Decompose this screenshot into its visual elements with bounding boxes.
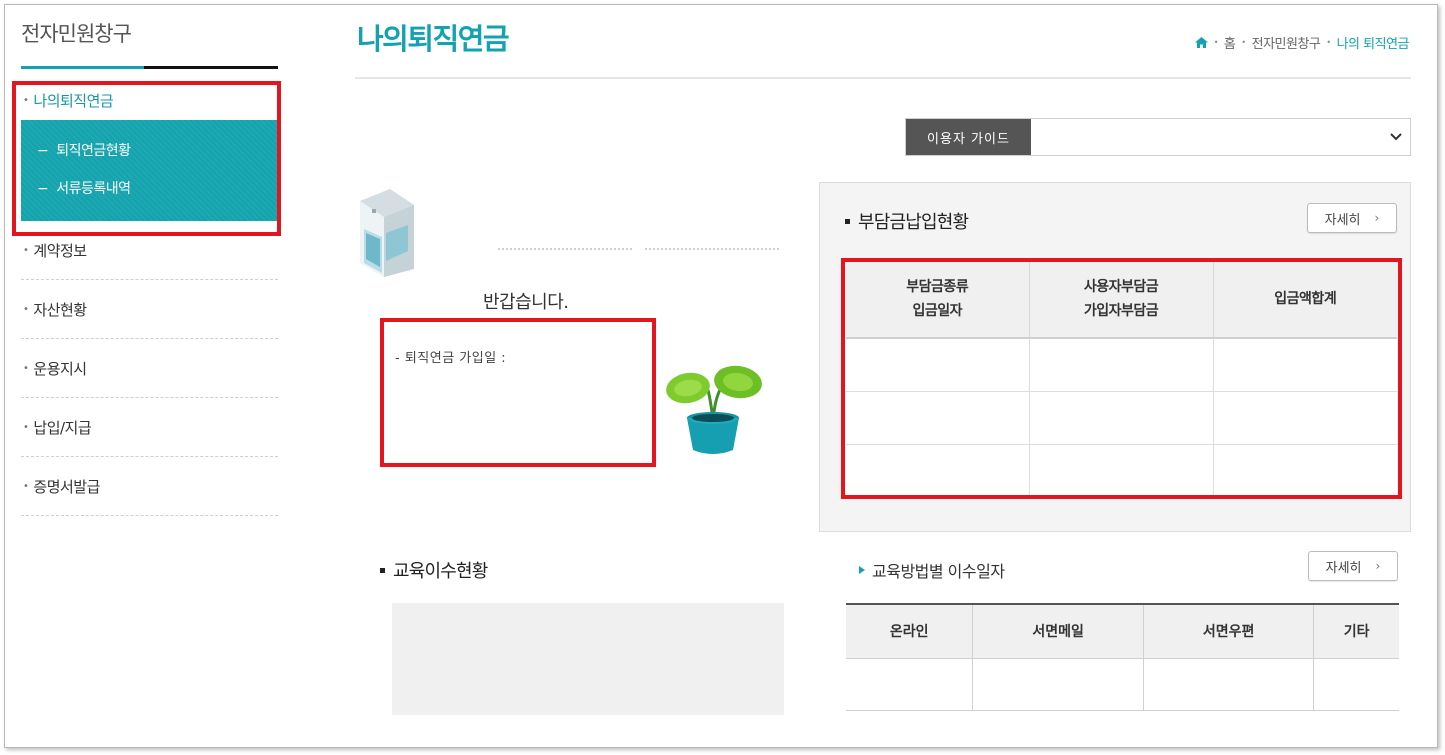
sidebar-item-label: 증명서발급 [33,477,100,496]
sidebar-item-payment[interactable]: • 납입/지급 [21,398,278,457]
sidebar-item-label: 나의퇴직연금 [33,91,114,110]
column-header-online: 온라인 [846,604,974,659]
table-cell [972,658,1144,711]
table-cell [1029,338,1214,392]
education-section-title: 교육이수현황 [380,557,488,583]
chevron-down-icon [1390,133,1402,141]
breadcrumb-separator: • [1326,38,1331,47]
column-header-other: 기타 [1313,604,1399,659]
sidebar-subitem-label: 퇴직연금현황 [56,143,131,159]
header-line: 가입자부담금 [1083,303,1159,319]
bullet-icon: • [23,480,29,492]
plant-icon [666,365,762,454]
sidebar-item-investment-order[interactable]: • 운용지시 [21,339,278,398]
chevron-right-icon: › [1374,211,1380,225]
education-more-button[interactable]: 자세히 › [1308,551,1398,581]
table-row [846,658,1399,711]
sidebar-item-contract-info[interactable]: • 계약정보 [21,221,278,280]
table-cell [846,444,1030,498]
sidebar-item-asset-status[interactable]: • 자산현황 [21,280,278,339]
sidebar-item-my-pension[interactable]: • 나의퇴직연금 [21,80,278,120]
education-subsection-title: 교육방법별 이수일자 [859,558,1005,582]
triangle-bullet-icon [859,566,865,574]
table-cell [846,658,974,711]
table-row [846,444,1397,498]
welcome-greeting: 반갑습니다. [483,292,569,313]
table-cell [846,391,1030,445]
table-cell [1143,658,1315,711]
breadcrumb-separator: • [1241,38,1246,47]
contribution-section-title: 부담금납입현황 [845,208,969,234]
breadcrumb: • 홈 • 전자민원창구 • 나의 퇴직연금 [1194,33,1410,52]
sidebar-item-label: 계약정보 [33,241,87,260]
sidebar-subitem-pension-status[interactable]: − 퇴직연금현황 [21,140,278,178]
bullet-icon: • [23,362,29,374]
table-cell [1029,444,1214,498]
education-table: 온라인 서면메일 서면우편 기타 [846,603,1399,711]
join-date-label: - 퇴직연금 가입일 : [395,351,507,366]
column-header-total: 입금액합계 [1213,261,1397,339]
table-header-row: 온라인 서면메일 서면우편 기타 [846,604,1399,659]
breadcrumb-current: 나의 퇴직연금 [1336,37,1410,52]
user-guide-select[interactable]: 이용자 가이드 [905,118,1411,156]
bullet-icon: • [23,303,29,315]
chevron-right-icon: › [1375,559,1381,573]
decorative-dotted-line [645,248,779,250]
sidebar-item-certificate[interactable]: • 증명서발급 [21,457,278,516]
bullet-icon: • [23,244,29,256]
table-cell [1029,391,1214,445]
education-summary-box [392,603,784,715]
table-header-row: 부담금종류 입금일자 사용자부담금 가입자부담금 입금액합계 [846,261,1397,339]
home-icon[interactable] [1194,37,1208,48]
decorative-dotted-line [498,248,632,250]
education-subtitle-text: 교육방법별 이수일자 [872,562,1005,581]
column-header-written-email: 서면메일 [972,604,1144,659]
breadcrumb-separator: • [1213,38,1219,47]
building-icon [360,189,414,277]
header-line: 입금액합계 [1274,291,1337,307]
sidebar-subitem-document-history[interactable]: − 서류등록내역 [21,178,278,216]
table-row [846,391,1397,445]
more-button-label: 자세히 [1324,212,1361,228]
square-bullet-icon [380,567,385,573]
column-header-written-mail: 서면우편 [1143,604,1315,659]
sidebar-submenu: − 퇴직연금현황 − 서류등록내역 [21,120,278,221]
more-button-label: 자세히 [1325,560,1362,576]
table-cell [1313,658,1399,711]
sidebar-subitem-label: 서류등록내역 [56,181,131,197]
page-title: 나의퇴직연금 [357,22,510,56]
square-bullet-icon [845,218,850,224]
sidebar-item-label: 자산현황 [33,300,87,319]
user-guide-label: 이용자 가이드 [906,119,1031,155]
table-cell [1213,444,1397,498]
breadcrumb-home[interactable]: 홈 [1224,33,1236,52]
header-line: 부담금종류 [906,279,969,295]
sidebar-menu: • 나의퇴직연금 − 퇴직연금현황 − 서류등록내역 • 계약정보 • 자산현황 •… [21,80,278,516]
breadcrumb-e-civil[interactable]: 전자민원창구 [1252,33,1321,52]
table-cell [1213,391,1397,445]
bullet-icon: • [23,94,29,106]
table-cell [1213,338,1397,392]
sidebar-item-label: 납입/지급 [33,418,92,437]
header-line: 입금일자 [912,303,963,319]
education-title-text: 교육이수현황 [393,561,488,582]
sidebar-title-underline [21,66,278,69]
table-cell [846,338,1030,392]
contribution-table: 부담금종류 입금일자 사용자부담금 가입자부담금 입금액합계 [846,261,1397,498]
header-divider [355,77,1411,79]
contribution-title-text: 부담금납입현황 [858,212,969,233]
bullet-icon: • [23,421,29,433]
column-header-employer-employee: 사용자부담금 가입자부담금 [1029,261,1214,339]
header-line: 사용자부담금 [1083,279,1159,295]
sidebar-title: 전자민원창구 [21,22,132,46]
user-guide-dropdown[interactable] [1031,119,1410,155]
contribution-more-button[interactable]: 자세히 › [1307,203,1397,233]
table-row [846,338,1397,392]
column-header-contribution-type: 부담금종류 입금일자 [846,261,1030,339]
sidebar-item-label: 운용지시 [33,359,87,378]
